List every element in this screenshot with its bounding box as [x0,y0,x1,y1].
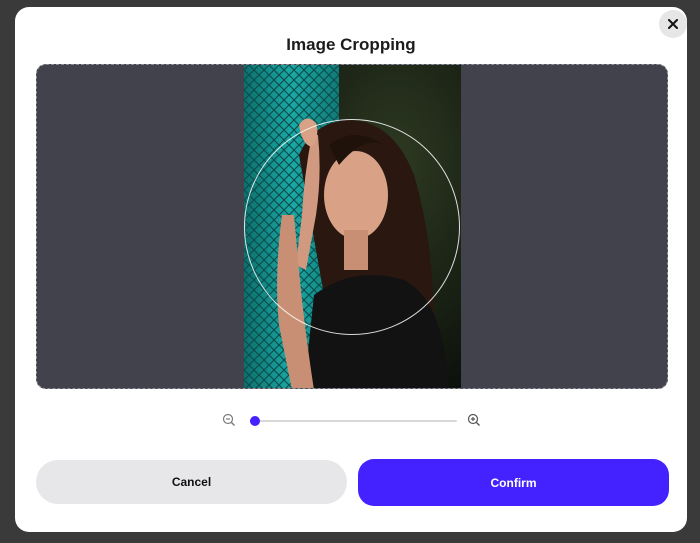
crop-area[interactable] [36,64,668,389]
photo-image [244,65,461,388]
close-button[interactable] [659,10,687,38]
zoom-control [222,413,492,429]
close-icon [668,19,678,29]
zoom-slider[interactable] [250,416,457,426]
zoom-in-icon[interactable] [467,413,481,427]
zoom-slider-thumb[interactable] [250,416,260,426]
zoom-out-icon[interactable] [222,413,236,427]
dialog-title: Image Cropping [286,35,416,54]
crop-dialog: Image Cropping Cancel Confirm [15,7,687,532]
confirm-button[interactable]: Confirm [358,459,669,506]
cancel-button[interactable]: Cancel [36,460,347,504]
